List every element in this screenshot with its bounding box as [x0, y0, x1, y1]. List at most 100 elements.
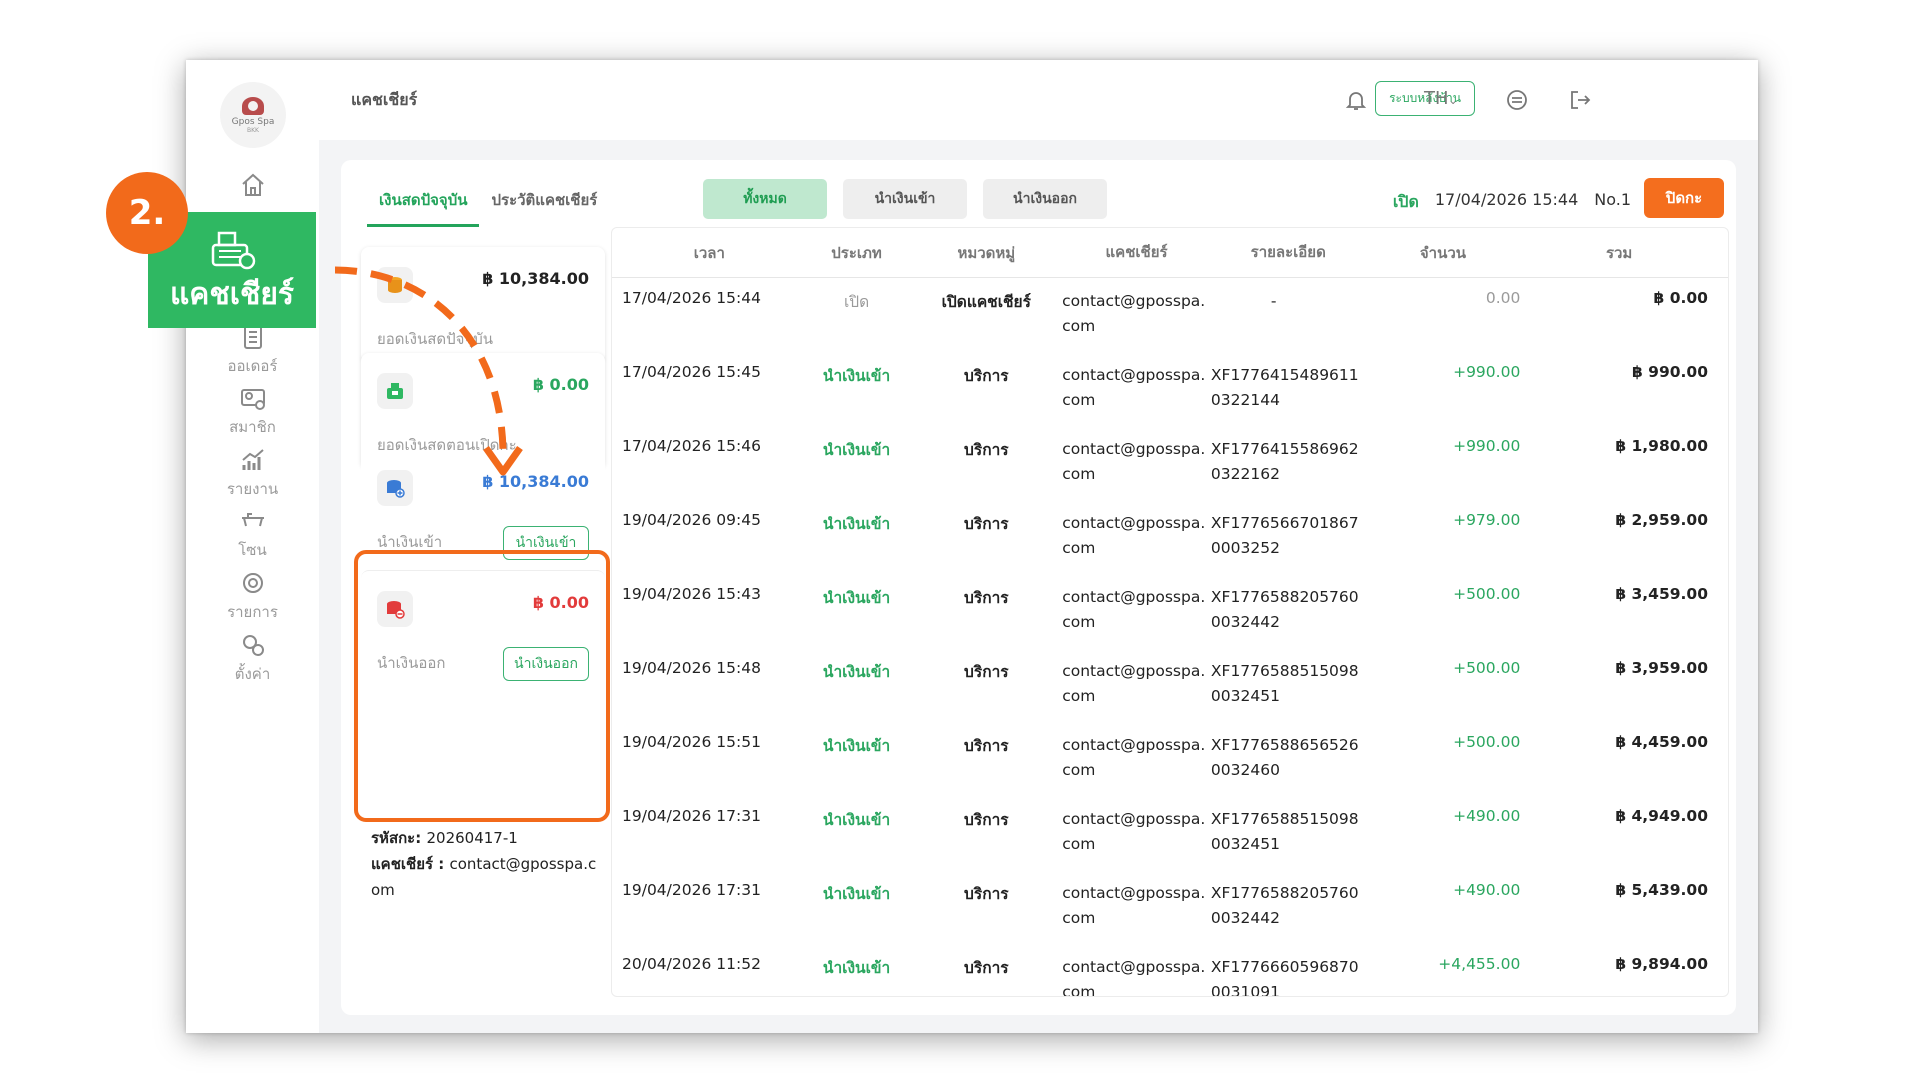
- header-total[interactable]: รวม: [1530, 241, 1728, 265]
- cell-type: นำเงินเข้า: [822, 811, 891, 829]
- tab-current-cash[interactable]: เงินสดปัจจุบัน: [367, 182, 480, 227]
- cash-register-icon: [377, 373, 413, 409]
- header-time[interactable]: เวลา: [612, 241, 797, 265]
- cell-category: บริการ: [964, 737, 1009, 755]
- cell-time: 17/04/2026 15:45: [622, 363, 761, 381]
- switch-icon[interactable]: [1503, 86, 1531, 114]
- cell-detail: XF17765882057600032442: [1210, 588, 1359, 631]
- cell-detail: XF17765885150980032451: [1210, 810, 1359, 853]
- sidebar-item-label: ตั้งค่า: [234, 665, 271, 683]
- cell-total: ฿ 4,459.00: [1615, 733, 1708, 751]
- cell-cashier: contact@gposspa.com: [1062, 292, 1206, 335]
- shift-open-datetime: 17/04/2026 15:44: [1434, 190, 1579, 209]
- cell-type: นำเงินเข้า: [822, 663, 891, 681]
- sidebar-item-settings[interactable]: ตั้งค่า: [186, 630, 319, 686]
- cell-category: บริการ: [964, 811, 1009, 829]
- sidebar-item-label: รายงาน: [226, 480, 279, 498]
- cash-in-amount: ฿ 10,384.00: [482, 472, 589, 491]
- table-row[interactable]: 17/04/2026 15:45 นำเงินเข้า บริการ contact@…: [612, 352, 1728, 426]
- language-label: TH: [1424, 88, 1449, 109]
- cell-category: บริการ: [964, 515, 1009, 533]
- table-row[interactable]: 20/04/2026 11:52 นำเงินเข้า บริการ contact@…: [612, 944, 1728, 997]
- cell-time: 20/04/2026 11:52: [622, 955, 761, 973]
- cell-category: บริการ: [964, 367, 1009, 385]
- logo-mark-icon: [242, 96, 264, 115]
- sidebar-item-items[interactable]: รายการ: [186, 568, 319, 624]
- cell-time: 19/04/2026 09:45: [622, 511, 761, 529]
- settings-gear-icon: [242, 635, 264, 656]
- cell-time: 19/04/2026 15:51: [622, 733, 761, 751]
- transactions-table: เวลา ประเภท หมวดหมู่ แคชเชียร์ รายละเอีย…: [611, 227, 1729, 997]
- cell-category: บริการ: [964, 959, 1009, 977]
- table-row[interactable]: 19/04/2026 17:31 นำเงินเข้า บริการ contact@…: [612, 870, 1728, 944]
- cash-register-icon: [211, 231, 256, 270]
- table-row[interactable]: 17/04/2026 15:44 เปิด เปิดแคชเชียร์ contact…: [612, 278, 1728, 352]
- header-type[interactable]: ประเภท: [797, 241, 917, 265]
- table-row[interactable]: 19/04/2026 15:51 นำเงินเข้า บริการ contact@…: [612, 722, 1728, 796]
- table-row[interactable]: 19/04/2026 15:43 นำเงินเข้า บริการ contact@…: [612, 574, 1728, 648]
- cell-detail: XF17765667018670003252: [1210, 514, 1359, 557]
- opening-cash-amount: ฿ 0.00: [532, 375, 589, 394]
- table-row[interactable]: 19/04/2026 09:45 นำเงินเข้า บริการ contact@…: [612, 500, 1728, 574]
- home-icon: [241, 173, 264, 196]
- cell-amount: 0.00: [1485, 289, 1521, 307]
- report-chart-icon: [241, 449, 264, 470]
- table-row[interactable]: 19/04/2026 17:31 นำเงินเข้า บริการ contact@…: [612, 796, 1728, 870]
- cell-detail: XF17765882057600032442: [1210, 884, 1359, 927]
- cell-amount: +500.00: [1453, 659, 1521, 677]
- cash-in-icon: [377, 470, 413, 506]
- cell-type: นำเงินเข้า: [822, 589, 891, 607]
- header-cashier[interactable]: แคชเชียร์: [1056, 240, 1211, 265]
- language-selector[interactable]: TH⌄: [1424, 88, 1458, 109]
- cell-cashier: contact@gposspa.com: [1062, 884, 1206, 927]
- sidebar-item-home[interactable]: [186, 170, 319, 200]
- tab-cashier-history[interactable]: ประวัติแคชเชียร์: [479, 182, 609, 227]
- cell-amount: +500.00: [1453, 585, 1521, 603]
- cell-cashier: contact@gposspa.com: [1062, 662, 1206, 705]
- cell-type: นำเงินเข้า: [822, 737, 891, 755]
- cell-type: เปิด: [843, 293, 870, 311]
- logo-name: Gpos Spa: [231, 116, 275, 127]
- cell-total: ฿ 3,459.00: [1615, 585, 1708, 603]
- cell-time: 19/04/2026 17:31: [622, 807, 761, 825]
- header-category[interactable]: หมวดหมู่: [916, 241, 1056, 265]
- brand-logo[interactable]: Gpos Spa BKK: [220, 82, 286, 148]
- filter-all-button[interactable]: ทั้งหมด: [703, 179, 827, 219]
- sidebar-item-zones[interactable]: โซน: [186, 506, 319, 562]
- cell-cashier: contact@gposspa.com: [1062, 736, 1206, 779]
- sidebar-item-reports[interactable]: รายงาน: [186, 445, 319, 501]
- filter-cash-in-button[interactable]: นำเงินเข้า: [843, 179, 967, 219]
- app-window: Gpos Spa BKK ออเดอร์ สมาชิก รายงาน โซน ร…: [186, 60, 1758, 1033]
- shift-status: เปิด: [1392, 192, 1419, 211]
- cell-cashier: contact@gposspa.com: [1062, 958, 1206, 997]
- sidebar-item-members[interactable]: สมาชิก: [186, 383, 319, 439]
- table-row[interactable]: 17/04/2026 15:46 นำเงินเข้า บริการ contact@…: [612, 426, 1728, 500]
- cashier-label: แคชเชียร์ :: [371, 855, 445, 873]
- cell-detail: XF17766605968700031091: [1210, 958, 1359, 997]
- current-cash-label: ยอดเงินสดปัจจุบัน: [377, 330, 494, 348]
- close-shift-button[interactable]: ปิดกะ: [1644, 178, 1724, 218]
- filter-cash-out-button[interactable]: นำเงินออก: [983, 179, 1107, 219]
- cell-total: ฿ 0.00: [1653, 289, 1708, 307]
- cell-time: 17/04/2026 15:44: [622, 289, 761, 307]
- cell-detail: -: [1270, 292, 1277, 310]
- tab-bar: เงินสดปัจจุบัน ประวัติแคชเชียร์: [367, 182, 609, 227]
- cell-time: 19/04/2026 17:31: [622, 881, 761, 899]
- cell-type: นำเงินเข้า: [822, 441, 891, 459]
- logout-icon[interactable]: [1566, 86, 1594, 114]
- header-amount[interactable]: จำนวน: [1366, 241, 1531, 265]
- cell-category: บริการ: [964, 885, 1009, 903]
- highlight-box: [354, 550, 610, 822]
- bell-icon[interactable]: [1342, 86, 1370, 114]
- shift-open-info: เปิด 17/04/2026 15:44 No.1: [1393, 190, 1631, 215]
- current-cash-card: ฿ 10,384.00 ยอดเงินสดปัจจุบัน: [361, 247, 605, 363]
- header-detail[interactable]: รายละเอียด: [1211, 240, 1366, 265]
- cell-detail: XF17764154896110322144: [1210, 366, 1359, 409]
- member-card-icon: [240, 389, 265, 410]
- cash-in-card: ฿ 10,384.00 นำเงินเข้า นำเงินเข้า: [361, 450, 605, 566]
- cell-type: นำเงินเข้า: [822, 959, 891, 977]
- table-row[interactable]: 19/04/2026 15:48 นำเงินเข้า บริการ contact@…: [612, 648, 1728, 722]
- main-content: เงินสดปัจจุบัน ประวัติแคชเชียร์ ทั้งหมด …: [341, 160, 1736, 1015]
- sidebar-item-orders[interactable]: ออเดอร์: [186, 322, 319, 378]
- cell-time: 19/04/2026 15:43: [622, 585, 761, 603]
